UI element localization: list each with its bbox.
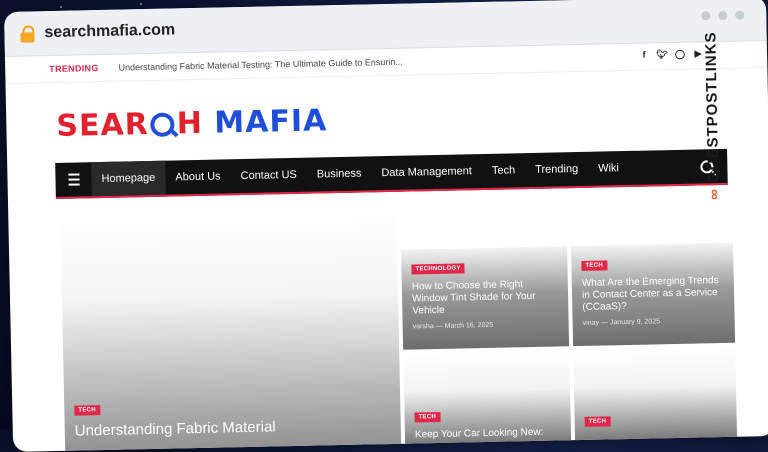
window-dot-icon[interactable] [701, 11, 711, 21]
post-author[interactable]: varsha [413, 323, 434, 330]
post-card[interactable]: TECH What Are the Emerging Trends in Con… [571, 242, 736, 347]
post-author[interactable]: vinay [583, 320, 599, 327]
logo-text-sear: SEAR [56, 106, 150, 144]
twitter-icon[interactable]: 🐦︎ [656, 49, 668, 59]
nav-item-about-us[interactable]: About Us [165, 159, 231, 194]
site-logo[interactable]: SEAR H MAFIA [56, 103, 328, 144]
nav-item-homepage[interactable]: Homepage [91, 160, 166, 197]
post-card[interactable]: TECH [573, 346, 738, 447]
guestpostlinks-watermark: ∞ GUESTPOSTLINKS [702, 31, 723, 200]
nav-item-contact-us[interactable]: Contact US [230, 158, 307, 194]
nav-item-data-management[interactable]: Data Management [371, 154, 482, 190]
category-badge[interactable]: TECH [414, 411, 441, 423]
category-badge[interactable]: TECHNOLOGY [411, 263, 465, 275]
category-badge[interactable]: TECH [74, 405, 101, 416]
post-date: January 9, 2025 [609, 318, 661, 327]
featured-posts-grid: TECH Understanding Fabric Material TECHN… [60, 203, 738, 452]
facebook-icon[interactable]: f [639, 50, 649, 60]
instagram-icon[interactable]: ◯ [675, 48, 685, 59]
category-badge[interactable]: TECH [581, 260, 608, 271]
post-meta: vinay — January 9, 2025 [582, 318, 661, 327]
post-card[interactable]: TECHNOLOGY How to Choose the Right Windo… [401, 246, 570, 350]
watermark-text: GUESTPOSTLINKS [701, 31, 723, 184]
post-title[interactable]: Understanding Fabric Material [75, 416, 393, 441]
window-dot-icon[interactable] [718, 10, 728, 21]
nav-item-business[interactable]: Business [306, 156, 371, 191]
magnifier-logo-icon [150, 112, 176, 137]
lock-icon [20, 25, 35, 43]
post-meta: varsha — March 16, 2025 [412, 321, 494, 331]
nav-item-wiki[interactable]: Wiki [588, 151, 629, 186]
post-card[interactable]: TECH Keep Your Car Looking New: [403, 350, 572, 450]
nav-item-trending[interactable]: Trending [525, 152, 589, 187]
logo-text-h: H [176, 105, 204, 142]
url-text[interactable]: searchmafia.com [44, 21, 175, 42]
trending-label: TRENDING [49, 63, 99, 75]
post-title[interactable]: How to Choose the Right Window Tint Shad… [412, 278, 561, 317]
category-badge[interactable]: TECH [584, 416, 611, 427]
window-dot-icon[interactable] [735, 10, 745, 20]
post-title[interactable]: What Are the Emerging Trends in Contact … [582, 275, 727, 314]
nav-item-tech[interactable]: Tech [482, 153, 526, 188]
post-date: March 16, 2025 [444, 321, 494, 330]
featured-post-card[interactable]: TECH Understanding Fabric Material [60, 209, 402, 452]
chain-link-icon: ∞ [705, 187, 723, 201]
youtube-icon[interactable]: ▶ [693, 48, 703, 58]
trending-headline[interactable]: Understanding Fabric Material Testing: T… [118, 57, 402, 73]
menu-icon[interactable] [55, 162, 92, 197]
window-controls [701, 10, 745, 21]
logo-text-mafia: MAFIA [213, 103, 328, 141]
browser-window: searchmafia.com TRENDING Understanding F… [4, 0, 768, 452]
post-title[interactable] [585, 431, 729, 434]
social-links: f 🐦︎ ◯ ▶ [639, 48, 703, 60]
